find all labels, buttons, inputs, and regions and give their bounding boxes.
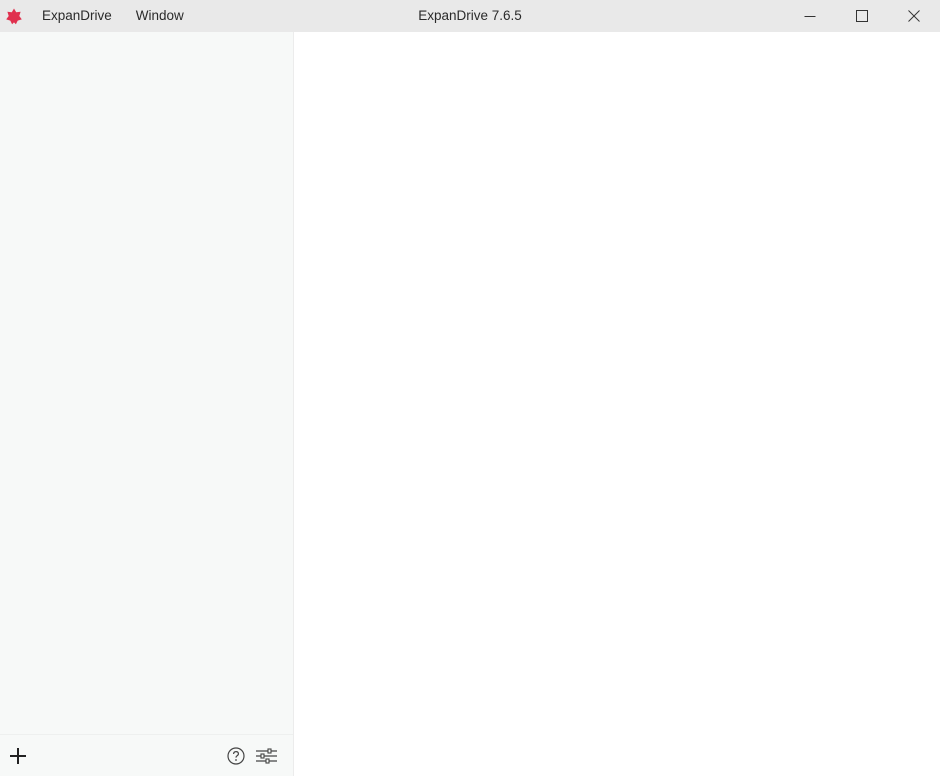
plus-icon[interactable] <box>8 746 28 766</box>
main-content <box>294 32 940 776</box>
menu-bar: ExpanDrive Window <box>30 0 196 32</box>
close-icon <box>908 10 920 22</box>
close-button[interactable] <box>888 0 940 32</box>
help-circle-icon[interactable] <box>227 747 245 765</box>
menu-expandrive[interactable]: ExpanDrive <box>30 0 124 32</box>
maximize-icon <box>856 10 868 22</box>
window-controls <box>784 0 940 32</box>
menu-window[interactable]: Window <box>124 0 196 32</box>
title-bar: ExpanDrive Window ExpanDrive 7.6.5 <box>0 0 940 32</box>
sidebar-footer <box>0 734 293 776</box>
minimize-button[interactable] <box>784 0 836 32</box>
expandrive-logo-icon[interactable] <box>5 7 23 25</box>
sidebar <box>0 32 294 776</box>
maximize-button[interactable] <box>836 0 888 32</box>
minimize-icon <box>804 16 816 17</box>
sliders-icon[interactable] <box>256 748 277 764</box>
